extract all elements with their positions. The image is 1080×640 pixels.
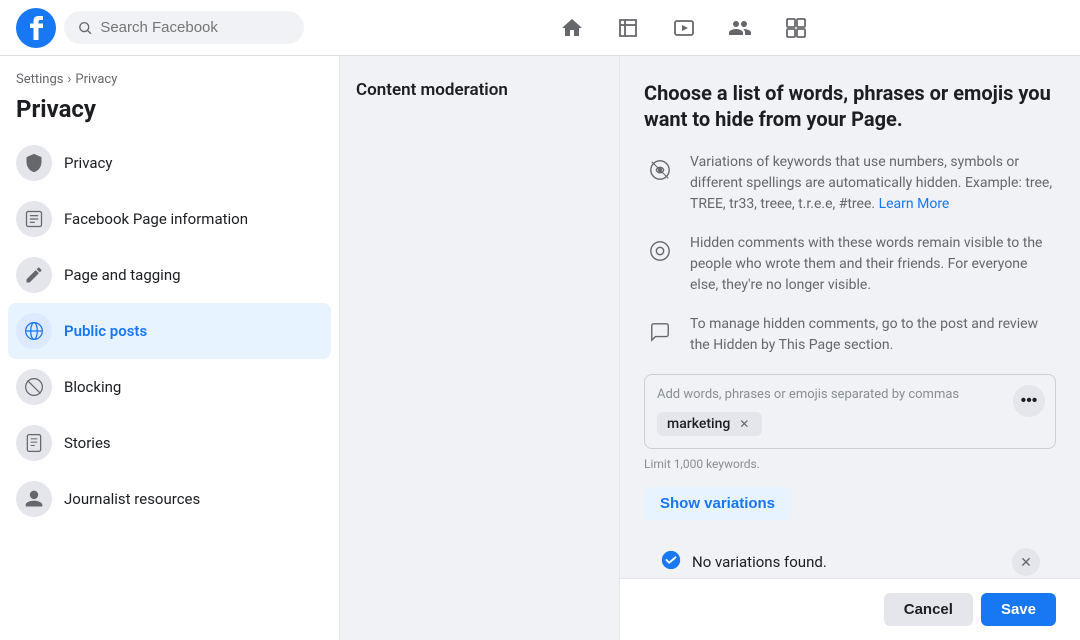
- breadcrumb-separator: ›: [67, 72, 71, 87]
- public-posts-icon: [16, 313, 52, 349]
- close-variations-button[interactable]: ✕: [1012, 548, 1040, 576]
- middle-column: Content moderation: [340, 56, 620, 640]
- info-row-manage-hidden: To manage hidden comments, go to the pos…: [644, 314, 1056, 356]
- keyword-area: Add words, phrases or emojis separated b…: [644, 374, 1056, 449]
- bottom-action-bar: Cancel Save: [620, 578, 1080, 640]
- sidebar-item-page-tagging-label: Page and tagging: [64, 266, 181, 284]
- breadcrumb: Settings › Privacy: [8, 72, 331, 91]
- breadcrumb-settings-link[interactable]: Settings: [16, 72, 63, 87]
- info-text-hidden-comments: Hidden comments with these words remain …: [690, 233, 1056, 296]
- sidebar-item-page-info-label: Facebook Page information: [64, 210, 248, 228]
- variations-no-results-text: No variations found.: [692, 553, 827, 571]
- sidebar-title: Privacy: [8, 91, 331, 135]
- facebook-logo-icon[interactable]: [16, 8, 56, 48]
- sidebar-item-public-posts-label: Public posts: [64, 322, 147, 340]
- sidebar-item-page-info[interactable]: Facebook Page information: [8, 191, 331, 247]
- sidebar-item-page-tagging[interactable]: Page and tagging: [8, 247, 331, 303]
- page-info-icon: [16, 201, 52, 237]
- more-options-button[interactable]: •••: [1013, 385, 1045, 417]
- page-tagging-icon: [16, 257, 52, 293]
- show-variations-button[interactable]: Show variations: [644, 487, 791, 520]
- main-content: Content moderation Choose a list of word…: [340, 56, 1080, 640]
- page-layout: Settings › Privacy Privacy Privacy Faceb…: [0, 56, 1080, 640]
- search-icon: [78, 20, 92, 36]
- variations-result: No variations found. ✕: [644, 536, 1056, 578]
- info-text-manage-hidden: To manage hidden comments, go to the pos…: [690, 314, 1056, 356]
- keyword-placeholder: Add words, phrases or emojis separated b…: [657, 387, 1043, 402]
- variations-result-inner: No variations found.: [660, 549, 827, 576]
- sidebar-item-blocking-label: Blocking: [64, 378, 121, 396]
- keyword-tags: marketing ✕: [657, 412, 1043, 436]
- sidebar-item-privacy[interactable]: Privacy: [8, 135, 331, 191]
- nav-home-button[interactable]: [548, 4, 596, 52]
- right-panel-wrapper: Choose a list of words, phrases or emoji…: [620, 56, 1080, 640]
- keyword-tag-label: marketing: [667, 416, 730, 432]
- manage-hidden-icon: [644, 316, 676, 348]
- info-row-hidden-comments: Hidden comments with these words remain …: [644, 233, 1056, 296]
- right-panel: Choose a list of words, phrases or emoji…: [620, 56, 1080, 578]
- variations-icon: [644, 154, 676, 186]
- nav-pages-button[interactable]: [604, 4, 652, 52]
- stories-icon: [16, 425, 52, 461]
- close-icon: ✕: [1020, 554, 1032, 571]
- keyword-limit: Limit 1,000 keywords.: [644, 457, 1056, 471]
- learn-more-link[interactable]: Learn More: [879, 196, 950, 212]
- sidebar: Settings › Privacy Privacy Privacy Faceb…: [0, 56, 340, 640]
- info-text-variations: Variations of keywords that use numbers,…: [690, 152, 1056, 215]
- nav-groups-button[interactable]: [716, 4, 764, 52]
- keyword-tag-marketing: marketing ✕: [657, 412, 762, 436]
- privacy-icon: [16, 145, 52, 181]
- save-button[interactable]: Save: [981, 593, 1056, 626]
- nav-watch-button[interactable]: [660, 4, 708, 52]
- check-circle-icon: [660, 549, 682, 576]
- sidebar-item-public-posts[interactable]: Public posts: [8, 303, 331, 359]
- nav-center: [304, 4, 1064, 52]
- sidebar-item-stories[interactable]: Stories: [8, 415, 331, 471]
- hidden-comments-icon: [644, 235, 676, 267]
- sidebar-item-journalist-label: Journalist resources: [64, 490, 200, 508]
- sidebar-item-stories-label: Stories: [64, 434, 111, 452]
- more-dots-icon: •••: [1021, 392, 1038, 410]
- search-bar[interactable]: [64, 11, 304, 44]
- section-title: Content moderation: [356, 80, 603, 100]
- sidebar-item-privacy-label: Privacy: [64, 154, 112, 172]
- breadcrumb-current: Privacy: [75, 72, 117, 87]
- top-navigation: [0, 0, 1080, 56]
- search-input[interactable]: [100, 19, 290, 36]
- sidebar-item-journalist[interactable]: Journalist resources: [8, 471, 331, 527]
- journalist-icon: [16, 481, 52, 517]
- nav-menu-button[interactable]: [772, 4, 820, 52]
- cancel-button[interactable]: Cancel: [884, 593, 973, 626]
- keyword-tag-remove[interactable]: ✕: [736, 416, 752, 432]
- sidebar-item-blocking[interactable]: Blocking: [8, 359, 331, 415]
- info-row-variations: Variations of keywords that use numbers,…: [644, 152, 1056, 215]
- blocking-icon: [16, 369, 52, 405]
- panel-heading: Choose a list of words, phrases or emoji…: [644, 80, 1056, 132]
